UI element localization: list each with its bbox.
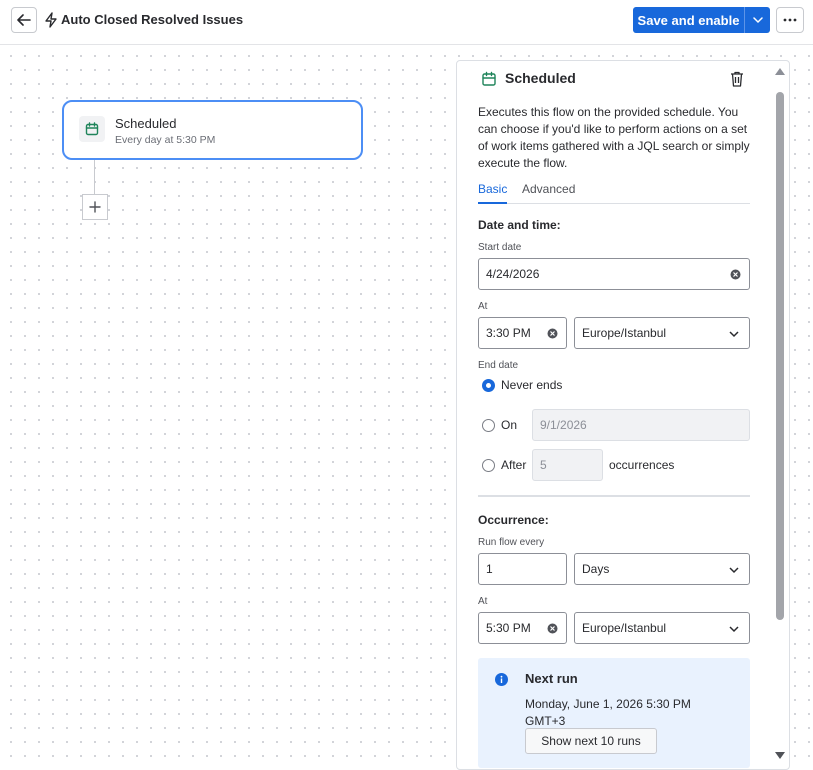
end-date-label: End date	[478, 360, 519, 371]
lightning-icon	[45, 12, 57, 28]
end-date-value: 9/1/2026	[540, 418, 587, 432]
occurrences-count-field[interactable]: 5	[532, 449, 603, 481]
back-button[interactable]	[11, 7, 37, 33]
arrow-left-icon	[17, 14, 31, 26]
scrollbar-thumb[interactable]	[776, 92, 784, 620]
chevron-down-icon	[752, 16, 763, 23]
start-time-value: 3:30 PM	[486, 326, 531, 340]
add-step-button[interactable]	[82, 194, 108, 220]
calendar-icon	[85, 122, 99, 136]
chevron-down-icon	[729, 626, 739, 633]
save-and-enable-button[interactable]: Save and enable	[633, 7, 744, 33]
radio-never-ends[interactable]	[482, 379, 495, 392]
clear-icon[interactable]	[547, 328, 558, 339]
timezone-value: Europe/Istanbul	[582, 326, 667, 340]
trigger-config-panel: Scheduled Executes this flow on the prov…	[456, 60, 790, 770]
start-date-field[interactable]: 4/24/2026	[478, 258, 750, 290]
plus-icon	[89, 201, 101, 213]
run-every-label: Run flow every	[478, 537, 545, 548]
next-run-text: Monday, June 1, 2026 5:30 PM GMT+3	[525, 697, 691, 728]
save-options-dropdown[interactable]	[744, 7, 770, 33]
run-timezone-value: Europe/Istanbul	[582, 621, 667, 635]
start-time-field[interactable]: 3:30 PM	[478, 317, 567, 349]
interval-unit-value: Days	[582, 562, 610, 576]
page-title: Auto Closed Resolved Issues	[61, 12, 244, 27]
occurrences-label: occurrences	[609, 458, 675, 472]
timezone-select[interactable]: Europe/Istanbul	[574, 317, 750, 349]
run-timezone-select[interactable]: Europe/Istanbul	[574, 612, 750, 644]
radio-on-date[interactable]	[482, 419, 495, 432]
run-every-value: 1	[486, 562, 493, 576]
interval-unit-select[interactable]: Days	[574, 553, 750, 585]
date-time-heading: Date and time:	[478, 218, 561, 232]
show-next-runs-button[interactable]: Show next 10 runs	[525, 728, 657, 754]
panel-description: Executes this flow on the provided sched…	[478, 105, 750, 170]
clear-icon[interactable]	[730, 269, 741, 280]
occurrences-count-value: 5	[540, 458, 547, 472]
next-run-info: Next run Monday, June 1, 2026 5:30 PM GM…	[478, 658, 750, 768]
scroll-up-icon[interactable]	[773, 65, 787, 77]
end-date-field[interactable]: 9/1/2026	[532, 409, 750, 441]
trash-icon[interactable]	[729, 70, 745, 88]
run-every-field[interactable]: 1	[478, 553, 567, 585]
start-date-label: Start date	[478, 242, 522, 253]
start-date-value: 4/24/2026	[486, 267, 540, 281]
info-icon	[495, 673, 508, 686]
more-options-button[interactable]	[776, 7, 804, 33]
run-time-field[interactable]: 5:30 PM	[478, 612, 567, 644]
trigger-title: Scheduled	[115, 116, 177, 131]
clear-icon[interactable]	[547, 623, 558, 634]
scroll-down-icon[interactable]	[773, 750, 787, 762]
occurrence-heading: Occurrence:	[478, 513, 549, 527]
start-time-label: At	[478, 301, 488, 312]
after-label: After	[501, 458, 527, 472]
more-icon	[783, 18, 797, 22]
chevron-down-icon	[729, 567, 739, 574]
run-time-value: 5:30 PM	[486, 621, 531, 635]
never-ends-label: Never ends	[501, 378, 563, 392]
on-date-label: On	[501, 418, 518, 432]
next-run-title: Next run	[525, 671, 578, 686]
tab-advanced[interactable]: Advanced	[522, 182, 575, 204]
radio-after[interactable]	[482, 459, 495, 472]
calendar-icon	[482, 71, 496, 86]
save-button-group: Save and enable	[633, 7, 770, 33]
trigger-card[interactable]: Scheduled Every day at 5:30 PM	[62, 100, 363, 160]
run-time-label: At	[478, 596, 488, 607]
panel-title: Scheduled	[505, 70, 576, 86]
tab-basic[interactable]: Basic	[478, 182, 508, 204]
top-bar: Auto Closed Resolved Issues Save and ena…	[0, 0, 813, 45]
trigger-icon-container	[79, 116, 105, 142]
section-divider	[478, 495, 750, 497]
chevron-down-icon	[729, 331, 739, 338]
panel-tabs: Basic Advanced	[478, 182, 750, 204]
trigger-subtitle: Every day at 5:30 PM	[115, 134, 216, 146]
flow-connector	[94, 160, 95, 194]
